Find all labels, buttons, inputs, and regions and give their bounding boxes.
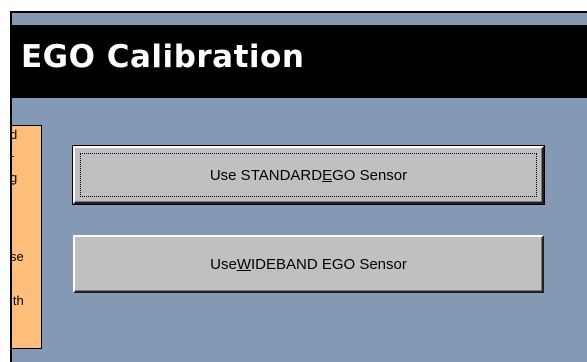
- window-title: EGO Calibration: [21, 39, 305, 75]
- side-panel-text: d: [12, 127, 17, 142]
- label-text: IDEBAND EGO Sensor: [250, 255, 407, 273]
- ego-calibration-window: EGO Calibration d - g se ith Use STANDAR…: [10, 11, 587, 362]
- label-text: GO Sensor: [332, 166, 408, 184]
- accelerator-key: W: [236, 255, 251, 273]
- use-wideband-ego-sensor-button[interactable]: Use W IDEBAND EGO Sensor: [73, 235, 544, 293]
- use-standard-ego-sensor-button[interactable]: Use STANDARD E GO Sensor: [72, 145, 545, 205]
- accelerator-key: E: [322, 166, 333, 184]
- button-label: Use STANDARD E GO Sensor: [75, 148, 542, 202]
- label-text: Use: [210, 255, 237, 273]
- label-text: Use STANDARD: [209, 166, 323, 184]
- side-panel-text: se: [12, 249, 24, 264]
- side-panel-text: g: [12, 170, 17, 185]
- side-info-panel: d - g se ith: [12, 125, 42, 349]
- side-panel-text: -: [12, 148, 14, 163]
- title-bar: EGO Calibration: [12, 25, 587, 98]
- side-panel-text: ith: [12, 293, 24, 308]
- button-label: Use W IDEBAND EGO Sensor: [75, 237, 542, 291]
